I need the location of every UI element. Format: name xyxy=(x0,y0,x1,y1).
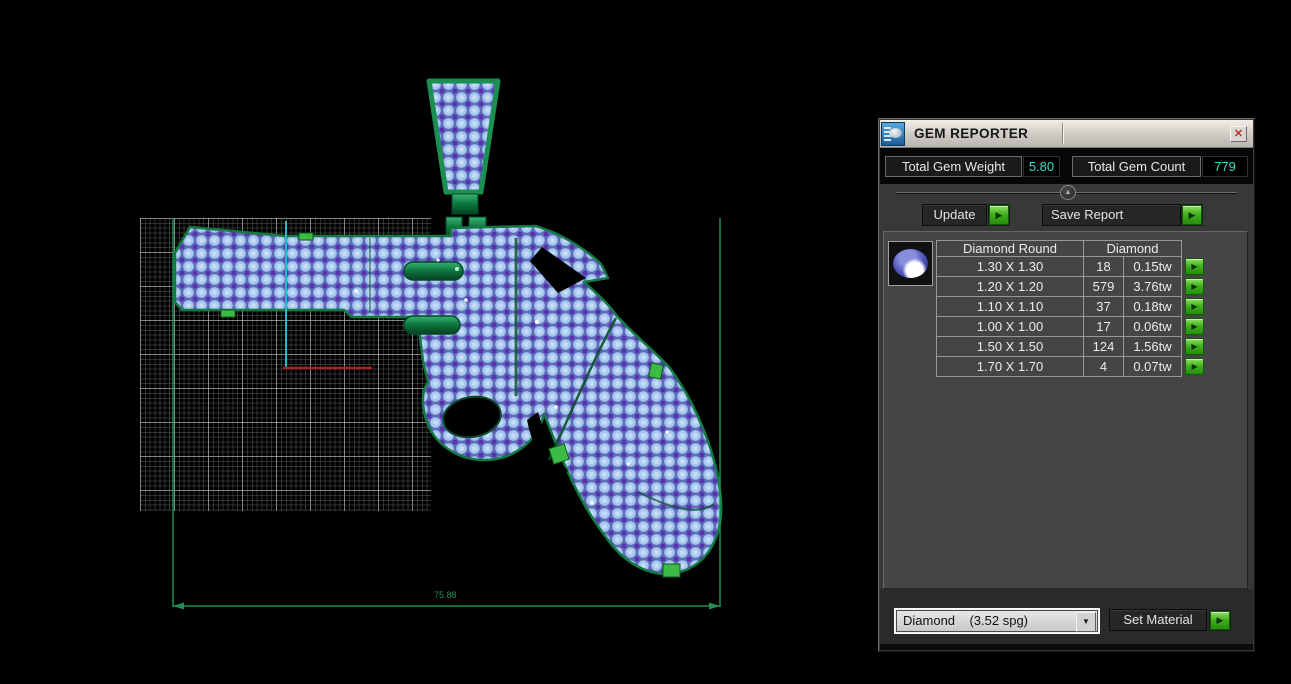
play-icon: ▶ xyxy=(1188,209,1196,220)
update-play-button[interactable]: ▶ xyxy=(989,205,1009,225)
gem-weight: 0.07tw xyxy=(1123,356,1182,377)
play-icon: ▶ xyxy=(1216,615,1224,625)
gem-weight: 0.18tw xyxy=(1123,296,1182,317)
play-icon: ▶ xyxy=(1191,262,1198,272)
table-row: 1.70 X 1.70 4 0.07tw ▶ xyxy=(936,356,1208,377)
close-button[interactable]: ✕ xyxy=(1230,126,1247,142)
gem-weight: 1.56tw xyxy=(1123,336,1182,357)
gem-size: 1.30 X 1.30 xyxy=(936,256,1084,277)
gem-size: 1.70 X 1.70 xyxy=(936,356,1084,377)
play-icon: ▶ xyxy=(1191,342,1198,352)
set-material-button[interactable]: Set Material xyxy=(1109,609,1207,631)
gem-report-table: Diamond Round Diamond 1.30 X 1.30 18 0.1… xyxy=(936,240,1208,377)
row-play-button[interactable]: ▶ xyxy=(1185,338,1204,356)
pendant-bail xyxy=(426,78,501,239)
play-icon: ▶ xyxy=(1191,322,1198,332)
gem-size: 1.10 X 1.10 xyxy=(936,296,1084,317)
save-report-button[interactable]: Save Report xyxy=(1042,204,1181,226)
close-icon: ✕ xyxy=(1233,128,1244,140)
play-icon: ▶ xyxy=(1191,282,1198,292)
total-gem-count-label: Total Gem Count xyxy=(1072,156,1201,177)
gem-weight: 0.15tw xyxy=(1123,256,1182,277)
dimension-label: 75.88 xyxy=(434,590,457,600)
table-row: 1.50 X 1.50 124 1.56tw ▶ xyxy=(936,336,1208,357)
gem-size: 1.00 X 1.00 xyxy=(936,316,1084,337)
panel-slider[interactable]: ▲ xyxy=(880,184,1253,203)
gem-count: 124 xyxy=(1083,336,1124,357)
material-dropdown-value: Diamond (3.52 spg) xyxy=(903,613,1029,628)
gem-reporter-panel: GEM REPORTER ✕ Total Gem Weight 5.80 Tot… xyxy=(878,118,1255,652)
material-dropdown[interactable]: Diamond (3.52 spg) ▼ xyxy=(894,608,1100,634)
panel-title: GEM REPORTER xyxy=(914,126,1029,141)
gem-list-area: Diamond Round Diamond 1.30 X 1.30 18 0.1… xyxy=(883,231,1248,589)
row-play-button[interactable]: ▶ xyxy=(1185,278,1204,296)
diamond-gem-image xyxy=(893,249,928,278)
totals-strip: Total Gem Weight 5.80 Total Gem Count 77… xyxy=(880,148,1253,184)
table-row: 1.30 X 1.30 18 0.15tw ▶ xyxy=(936,256,1208,277)
viewport-3d[interactable]: 75.88 xyxy=(0,0,878,684)
total-gem-count-value: 779 xyxy=(1202,156,1248,177)
table-row: 1.00 X 1.00 17 0.06tw ▶ xyxy=(936,316,1208,337)
gem-model-render: 75.88 xyxy=(172,78,723,610)
gem-weight: 3.76tw xyxy=(1123,276,1182,297)
gem-count: 4 xyxy=(1083,356,1124,377)
set-material-play-button[interactable]: ▶ xyxy=(1210,611,1230,630)
panel-footer xyxy=(880,644,1253,650)
play-icon: ▶ xyxy=(1191,362,1198,372)
gem-size: 1.50 X 1.50 xyxy=(936,336,1084,357)
gem-thumbnail[interactable] xyxy=(888,241,933,286)
gem-count: 579 xyxy=(1083,276,1124,297)
play-icon: ▶ xyxy=(1191,302,1198,312)
update-button[interactable]: Update xyxy=(922,204,987,226)
table-row: 1.20 X 1.20 579 3.76tw ▶ xyxy=(936,276,1208,297)
row-play-button[interactable]: ▶ xyxy=(1185,298,1204,316)
material-column-header: Diamond xyxy=(1083,240,1182,257)
row-play-button[interactable]: ▶ xyxy=(1185,358,1205,376)
gem-count: 18 xyxy=(1083,256,1124,277)
table-header-row: Diamond Round Diamond xyxy=(936,240,1208,257)
gem-reporter-icon xyxy=(881,122,905,146)
play-icon: ▶ xyxy=(995,209,1003,220)
total-gem-weight-value: 5.80 xyxy=(1023,156,1060,177)
total-gem-weight-label: Total Gem Weight xyxy=(885,156,1022,177)
gem-weight: 0.06tw xyxy=(1123,316,1182,337)
revolver-model xyxy=(173,224,723,578)
row-play-button[interactable]: ▶ xyxy=(1185,318,1204,336)
gem-count: 17 xyxy=(1083,316,1124,337)
dropdown-arrow-icon[interactable]: ▼ xyxy=(1076,612,1096,632)
panel-titlebar[interactable]: GEM REPORTER ✕ xyxy=(880,120,1253,148)
titlebar-divider xyxy=(1062,123,1064,144)
table-row: 1.10 X 1.10 37 0.18tw ▶ xyxy=(936,296,1208,317)
save-report-play-button[interactable]: ▶ xyxy=(1182,205,1202,225)
gem-count: 37 xyxy=(1083,296,1124,317)
slider-handle[interactable]: ▲ xyxy=(1060,185,1076,200)
row-play-button[interactable]: ▶ xyxy=(1185,258,1204,276)
app-window: 75.88 GEM REPORTER ✕ Total Gem Weight 5.… xyxy=(0,0,1291,684)
shape-column-header: Diamond Round xyxy=(936,240,1084,257)
gem-size: 1.20 X 1.20 xyxy=(936,276,1084,297)
chevron-up-icon: ▲ xyxy=(1064,189,1072,196)
